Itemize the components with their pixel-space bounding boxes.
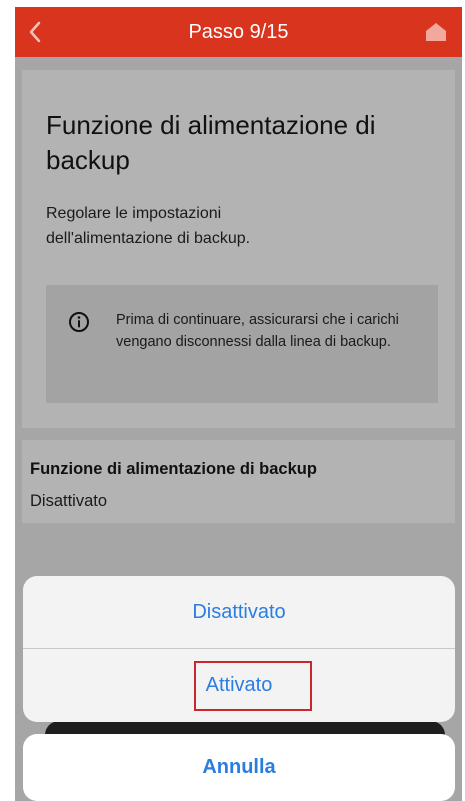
- cancel-button[interactable]: Annulla: [23, 734, 455, 801]
- back-button[interactable]: [15, 7, 55, 57]
- info-icon: [69, 312, 89, 332]
- home-icon: [426, 23, 446, 41]
- notice-box: Prima di continuare, assicurarsi che i c…: [46, 285, 438, 403]
- option-disattivato[interactable]: Disattivato: [23, 576, 455, 649]
- notice-text: Prima di continuare, assicurarsi che i c…: [116, 312, 399, 350]
- page-description: Regolare le impostazioni dell'alimentazi…: [46, 205, 251, 247]
- backup-power-setting[interactable]: Funzione di alimentazione di backup Disa…: [22, 440, 455, 523]
- chevron-left-icon: [29, 21, 41, 43]
- page-title: Funzione di alimentazione di backup: [46, 110, 376, 175]
- action-sheet: Disattivato Attivato: [23, 576, 455, 722]
- setting-label: Funzione di alimentazione di backup: [30, 460, 317, 478]
- step-title: Passo 9/15: [188, 20, 289, 43]
- backup-power-card: Funzione di alimentazione di backup Rego…: [22, 70, 455, 428]
- setting-value: Disattivato: [30, 492, 108, 510]
- highlight-box: [194, 661, 312, 711]
- top-bar: Passo 9/15: [15, 7, 462, 57]
- home-button[interactable]: [416, 7, 456, 57]
- app-screen: Passo 9/15 Funzione di alimentazione di …: [15, 7, 462, 801]
